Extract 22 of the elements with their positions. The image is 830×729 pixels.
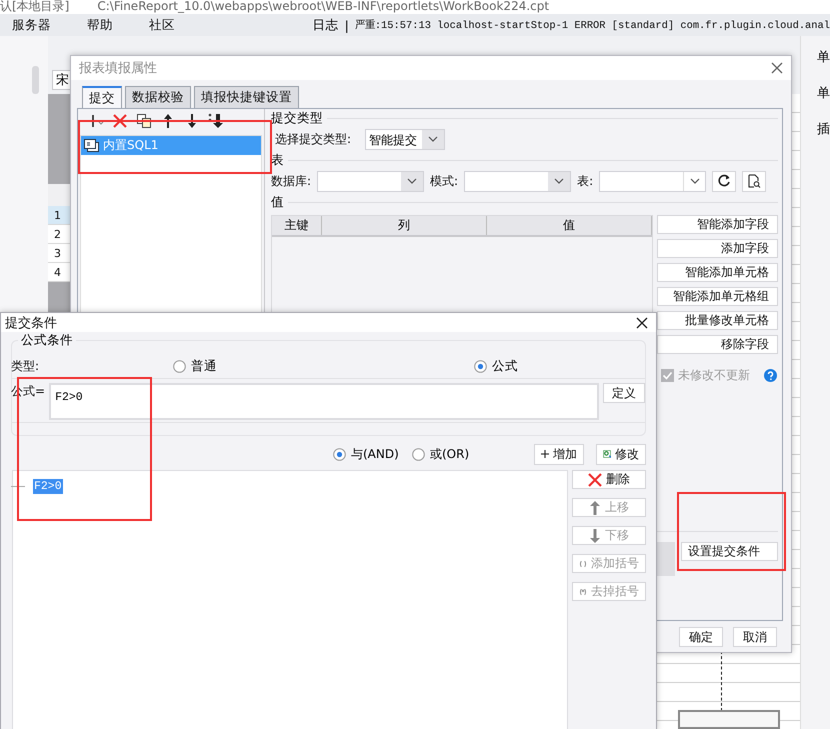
location-text: 认[本地目录] — [0, 0, 70, 14]
field-label: 模式: — [430, 172, 458, 190]
field-label: 数据库: — [271, 172, 312, 190]
radio-label: 公式 — [492, 358, 518, 376]
file-path: C:\FineReport_10.0\webapps\webroot\WEB-INF\reportlets\WorkBook224.cpt — [97, 0, 550, 14]
panel-label: 单 — [817, 49, 830, 66]
field-label: 类型: — [11, 358, 40, 376]
radio-label: 或(OR) — [430, 446, 470, 463]
group-label: 表 — [271, 152, 284, 168]
radio-label: 与(AND) — [351, 446, 399, 463]
panel-label: 插 — [817, 121, 830, 138]
field-label: 表: — [577, 172, 594, 190]
dialog-title: 报表填报属性 — [79, 60, 157, 77]
field-label: 选择提交类型: — [275, 130, 352, 148]
group-label: 提交类型 — [271, 110, 323, 126]
dialog-title: 提交条件 — [5, 314, 57, 332]
log-separator: | — [344, 18, 349, 32]
panel-label: 单 — [817, 85, 830, 102]
group-label: 值 — [271, 194, 284, 210]
radio-label: 普通 — [191, 358, 217, 376]
log-message: 严重:15:57:13 localhost-startStop-1 ERROR [standard] com.fr.plugin.cloud.anal — [354, 18, 830, 32]
checkbox-label: 未修改不更新 — [678, 367, 750, 384]
